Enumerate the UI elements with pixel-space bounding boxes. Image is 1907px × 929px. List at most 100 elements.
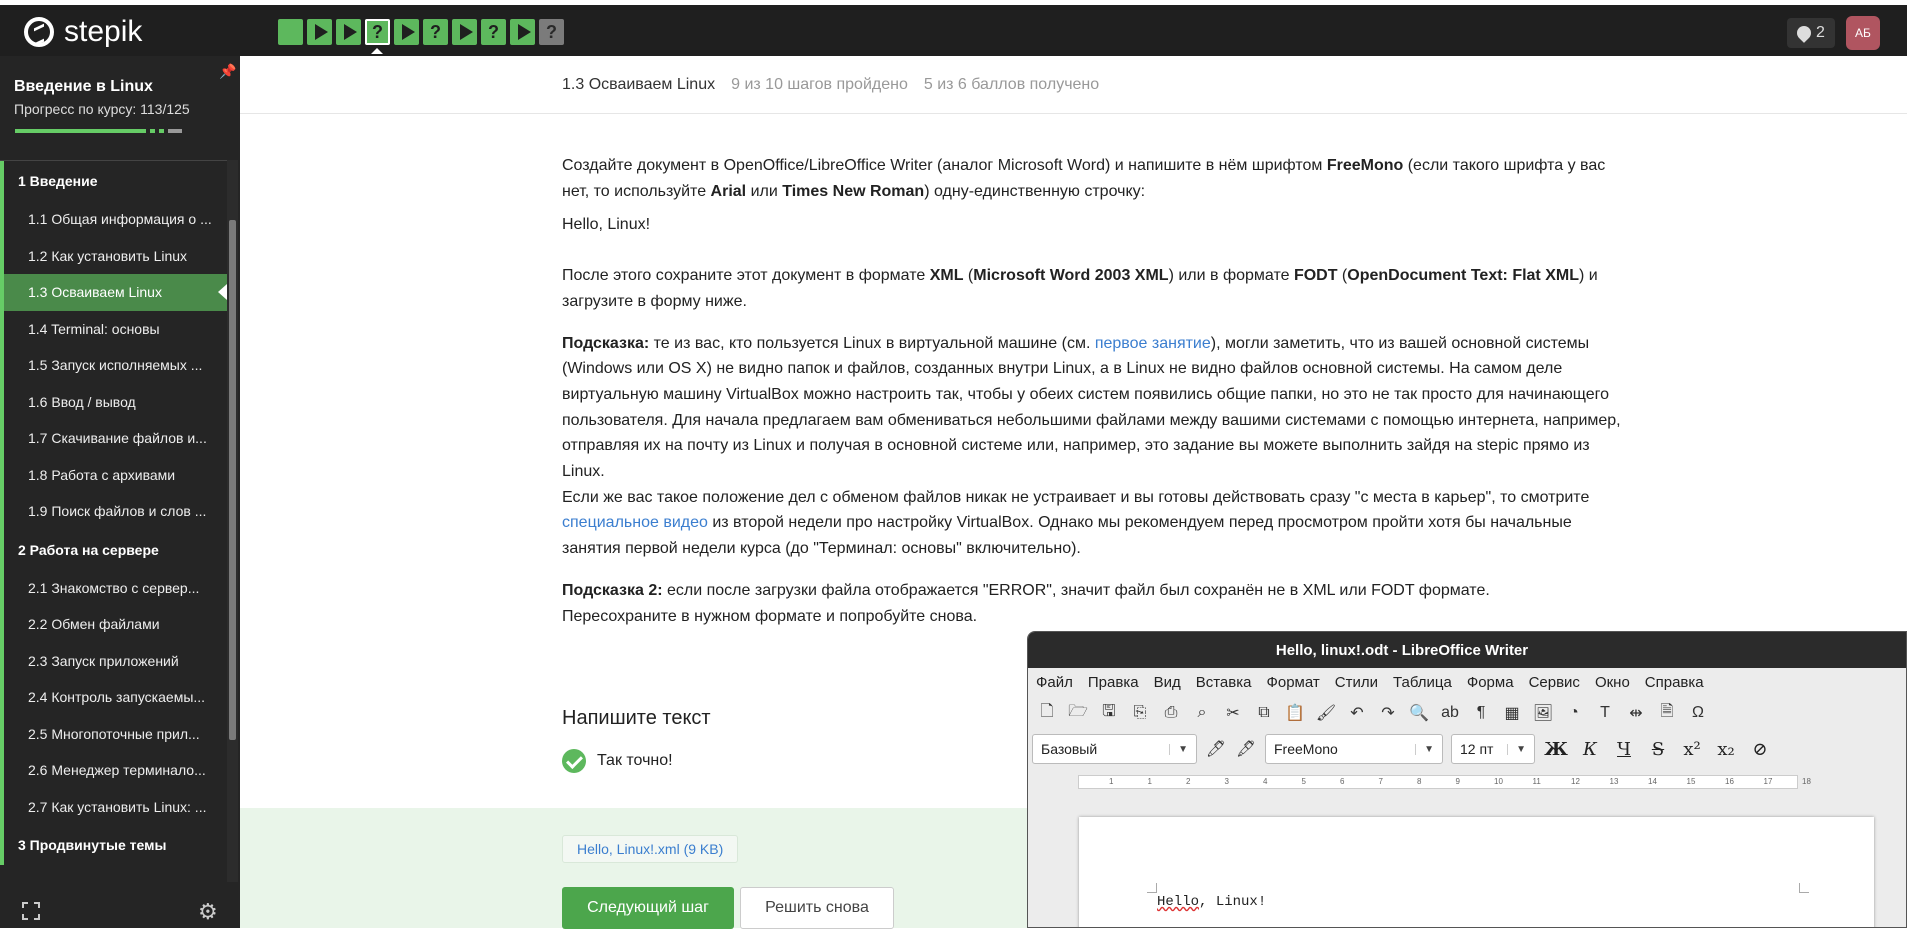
undo-icon[interactable]: ↶ — [1346, 703, 1368, 723]
export-pdf-icon[interactable]: ⎘ — [1129, 703, 1151, 723]
menu-item[interactable]: Файл — [1036, 674, 1073, 691]
formatting-marks-icon[interactable]: ¶ — [1470, 703, 1492, 723]
menu-item[interactable]: Вставка — [1196, 674, 1252, 691]
step-3-play[interactable] — [336, 19, 361, 45]
sidebar-lesson-item[interactable]: 2.5 Многопоточные прил... — [0, 715, 227, 752]
menu-item[interactable]: Стили — [1335, 674, 1378, 691]
print-preview-icon[interactable]: ⌕ — [1191, 703, 1213, 723]
paragraph-style-select[interactable]: Базовый ▼ — [1032, 734, 1197, 764]
progress-fill — [15, 129, 146, 133]
menu-item[interactable]: Правка — [1088, 674, 1139, 691]
ruler-number: 8 — [1417, 777, 1422, 786]
clear-formatting-icon[interactable]: ⊘ — [1747, 737, 1773, 761]
stepik-logo[interactable]: stepik — [24, 15, 142, 49]
horizontal-ruler[interactable]: 1 1 2 3 4 5 6 7 8 9 10 11 12 13 14 15 16 17 18 — [1078, 775, 1811, 789]
update-style-icon[interactable]: 🖊 — [1205, 739, 1227, 759]
fullscreen-icon[interactable] — [22, 902, 40, 920]
menu-item[interactable]: Формат — [1266, 674, 1319, 691]
find-icon[interactable]: 🔍 — [1408, 703, 1430, 723]
underline-button[interactable]: Ч — [1611, 737, 1637, 761]
menu-item[interactable]: Окно — [1595, 674, 1630, 691]
sidebar-lesson-item[interactable]: 2.2 Обмен файлами — [0, 606, 227, 643]
step-8-question[interactable]: ? — [481, 19, 506, 45]
font-size-select[interactable]: 12 пт ▼ — [1451, 734, 1535, 764]
step-5-play[interactable] — [394, 19, 419, 45]
document-page[interactable]: Hello, Linux! — [1079, 817, 1874, 927]
image-icon[interactable]: 🖼 — [1532, 703, 1554, 723]
cut-icon[interactable]: ✂ — [1222, 703, 1244, 723]
new-document-icon[interactable]: 🗋 — [1036, 703, 1058, 723]
sidebar-lesson-item[interactable]: 2.3 Запуск приложений — [0, 642, 227, 679]
toc-scrollbar-thumb[interactable] — [229, 220, 236, 740]
step-6-question[interactable]: ? — [423, 19, 448, 45]
gear-icon[interactable]: ⚙ — [198, 899, 218, 925]
text-box-icon[interactable]: T — [1594, 703, 1616, 723]
sidebar-lesson-item[interactable]: 1.8 Работа с архивами — [0, 456, 227, 493]
special-character-icon[interactable]: Ω — [1687, 703, 1709, 723]
step-7-play[interactable] — [452, 19, 477, 45]
course-title[interactable]: Введение в Linux — [14, 78, 153, 96]
font-name-select[interactable]: FreeMono ▼ — [1265, 734, 1443, 764]
step-2-play[interactable] — [307, 19, 332, 45]
table-icon[interactable]: ▦ — [1501, 703, 1523, 723]
text-boundary-corner — [1799, 883, 1809, 893]
answer-section-title: Напишите текст — [562, 707, 711, 729]
chart-icon[interactable]: ◔ — [1563, 703, 1585, 723]
solve-again-button[interactable]: Решить снова — [740, 887, 894, 929]
next-step-button[interactable]: Следующий шаг — [562, 887, 734, 929]
field-icon[interactable]: 🗎 — [1656, 703, 1678, 723]
redo-icon[interactable]: ↷ — [1377, 703, 1399, 723]
superscript-icon[interactable]: x² — [1679, 737, 1705, 761]
sidebar-lesson-item[interactable]: 1.3 Осваиваем Linux — [0, 274, 227, 311]
formatting-toolbar: Базовый ▼ 🖊 🖋 FreeMono ▼ 12 пт ▼ Ж К Ч S x²… — [1028, 730, 1906, 768]
print-icon[interactable]: ⎙ — [1160, 703, 1182, 723]
pin-icon[interactable]: 📌 — [219, 63, 236, 79]
module-title[interactable]: 1 Введение — [0, 161, 227, 201]
step-10-question[interactable]: ? — [539, 19, 564, 45]
sidebar-lesson-item[interactable]: 1.9 Поиск файлов и слов ... — [0, 493, 227, 530]
step-1-square[interactable] — [278, 19, 303, 45]
notifications-button[interactable]: 2 — [1787, 18, 1835, 48]
strikethrough-button[interactable]: S — [1645, 737, 1671, 761]
special-video-link[interactable]: специальное видео — [562, 514, 708, 531]
sidebar-lesson-item[interactable]: 1.1 Общая информация о ... — [0, 201, 227, 238]
subscript-icon[interactable]: x₂ — [1713, 737, 1739, 761]
module-title[interactable]: 3 Продвинутые темы — [0, 825, 227, 865]
menu-item[interactable]: Справка — [1645, 674, 1704, 691]
menu-item[interactable]: Сервис — [1529, 674, 1580, 691]
italic-button[interactable]: К — [1577, 737, 1603, 761]
hello-line: Hello, Linux! — [562, 216, 651, 234]
uploaded-file-link[interactable]: Hello, Linux!.xml (9 KB) — [562, 835, 739, 863]
sidebar-lesson-item[interactable]: 1.6 Ввод / вывод — [0, 383, 227, 420]
bold-button[interactable]: Ж — [1543, 737, 1569, 761]
step-4-question[interactable]: ? — [365, 19, 390, 54]
avatar[interactable]: АБ — [1846, 16, 1880, 50]
menu-item[interactable]: Таблица — [1393, 674, 1452, 691]
sidebar-lesson-item[interactable]: 1.7 Скачивание файлов и... — [0, 420, 227, 457]
save-icon[interactable]: 🖫 — [1098, 703, 1120, 723]
sidebar-lesson-item[interactable]: 1.5 Запуск исполняемых ... — [0, 347, 227, 384]
menu-item[interactable]: Вид — [1154, 674, 1181, 691]
clone-formatting-icon[interactable]: 🖌 — [1315, 703, 1337, 723]
sidebar-lesson-item[interactable]: 2.1 Знакомство с сервер... — [0, 569, 227, 606]
sidebar-lesson-item[interactable]: 1.2 Как установить Linux — [0, 237, 227, 274]
paste-icon[interactable]: 📋 — [1284, 703, 1306, 723]
document-text[interactable]: Hello, Linux! — [1157, 894, 1266, 910]
spelling-icon[interactable]: ab — [1439, 703, 1461, 723]
first-lesson-link[interactable]: первое занятие — [1095, 335, 1211, 352]
sidebar-lesson-item[interactable]: 2.4 Контроль запускаемы... — [0, 679, 227, 716]
toc-scrollbar[interactable] — [227, 160, 238, 882]
window-title[interactable]: Hello, linux!.odt - LibreOffice Writer — [1028, 632, 1906, 668]
sidebar-lesson-item[interactable]: 2.7 Как установить Linux: ... — [0, 788, 227, 825]
menu-item[interactable]: Форма — [1467, 674, 1514, 691]
module-title[interactable]: 2 Работа на сервере — [0, 529, 227, 570]
open-icon[interactable]: 🗁 — [1067, 703, 1089, 723]
sidebar-lesson-item[interactable]: 2.6 Менеджер терминало... — [0, 752, 227, 789]
hint2-paragraph-line2: Пересохраните в нужном формате и попробу… — [562, 607, 978, 625]
new-style-icon[interactable]: 🖋 — [1235, 739, 1257, 759]
step-9-play[interactable] — [510, 19, 535, 45]
progress-remaining — [168, 129, 182, 133]
copy-icon[interactable]: ⧉ — [1253, 703, 1275, 723]
page-break-icon[interactable]: ⇹ — [1625, 703, 1647, 723]
sidebar-lesson-item[interactable]: 1.4 Terminal: основы — [0, 310, 227, 347]
